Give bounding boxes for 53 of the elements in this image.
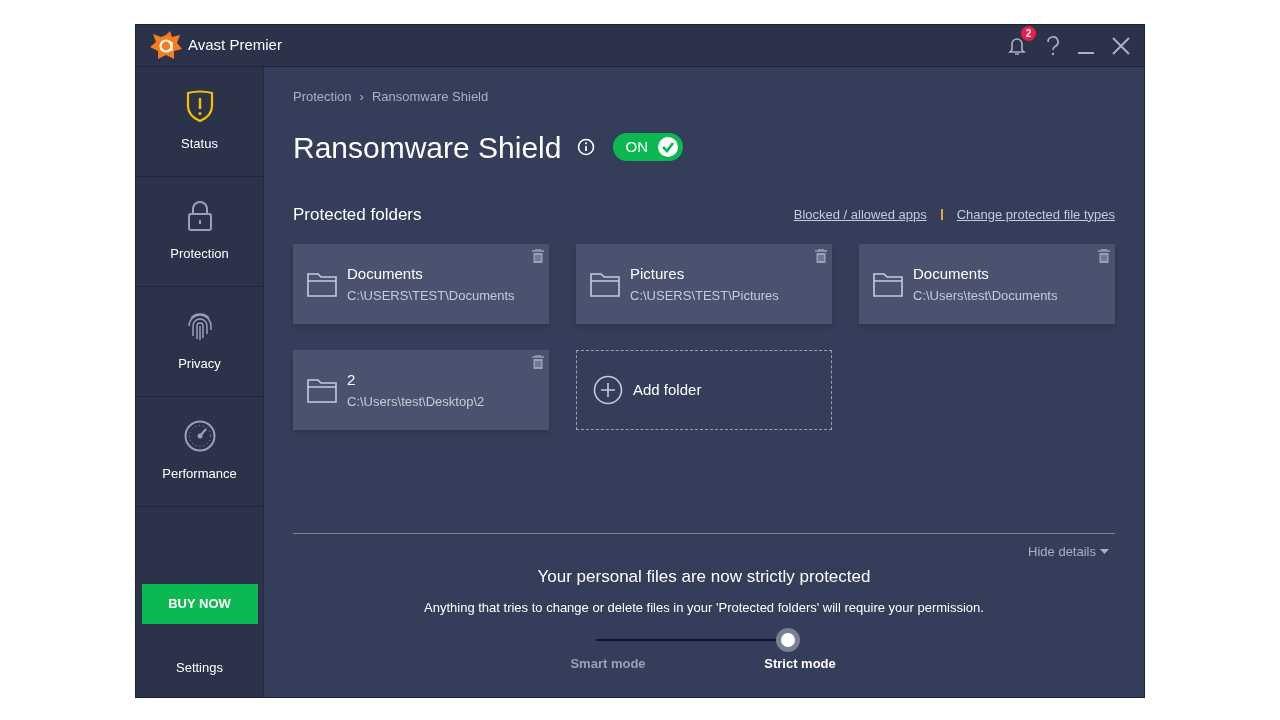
folder-icon — [307, 271, 337, 297]
folder-icon — [307, 377, 337, 403]
window-title: Avast Premier — [188, 35, 282, 56]
check-icon — [657, 136, 680, 158]
folder-name: 2 — [347, 370, 357, 390]
details-headline: Your personal files are now strictly protected — [537, 565, 871, 588]
details-text: Anything that tries to change or delete files in your 'Protected folders' will require your permission. — [424, 599, 984, 617]
folder-card[interactable]: Documents C:\USERS\TEST\Documents — [293, 244, 549, 324]
info-icon[interactable] — [577, 138, 596, 156]
mode-option[interactable]: Smart mode — [512, 653, 704, 673]
mode-option[interactable]: Strict mode — [704, 653, 896, 673]
folder-path: C:\Users\test\Documents — [913, 286, 1058, 305]
sidebar-item[interactable]: Privacy — [136, 287, 263, 397]
bell-icon — [1008, 35, 1026, 56]
folder-card[interactable]: Pictures C:\USERS\TEST\Pictures — [576, 244, 832, 324]
hide-details-link[interactable]: Hide details — [1028, 542, 1096, 562]
breadcrumb-current: Ransomware Shield — [371, 88, 489, 106]
trash-icon[interactable] — [532, 355, 544, 369]
trash-icon[interactable] — [532, 249, 544, 263]
section-title: Protected folders — [293, 203, 422, 226]
folder-card[interactable]: 2 C:\Users\test\Desktop\2 — [293, 350, 549, 430]
speedometer-icon — [183, 419, 216, 452]
trash-icon[interactable] — [1098, 249, 1110, 263]
close-icon[interactable] — [1112, 36, 1130, 55]
breadcrumb-link[interactable]: Protection — [293, 87, 352, 107]
plus-icon — [593, 375, 623, 405]
caret-icon — [1100, 548, 1109, 555]
mode-slider[interactable] — [596, 627, 800, 652]
add-folder-button[interactable]: Add folder — [576, 350, 832, 430]
help-icon[interactable] — [1046, 35, 1060, 56]
shield-warning-icon — [185, 89, 214, 122]
folder-path: C:\Users\test\Desktop\2 — [347, 392, 485, 411]
page-title: Ransomware Shield — [293, 129, 562, 166]
folder-path: C:\USERS\TEST\Pictures — [630, 286, 779, 305]
notification-count: 2 — [1021, 25, 1036, 41]
sidebar-item[interactable]: Performance — [136, 397, 263, 507]
folder-path: C:\USERS\TEST\Documents — [347, 286, 515, 305]
folder-icon — [590, 271, 620, 297]
trash-icon[interactable] — [815, 249, 827, 263]
sidebar-item[interactable]: Protection — [136, 177, 263, 287]
settings-link[interactable]: Settings — [176, 657, 223, 677]
folder-card[interactable]: Documents C:\Users\test\Documents — [859, 244, 1115, 324]
mode-slider-thumb[interactable] — [776, 627, 800, 652]
padlock-icon — [186, 199, 213, 232]
folder-name: Documents — [347, 264, 424, 284]
folder-name: Documents — [913, 264, 990, 284]
logo-icon — [150, 30, 182, 61]
sidebar-item[interactable]: Status — [136, 67, 263, 177]
breadcrumb-separator: › — [359, 88, 364, 106]
file-types-link[interactable]: Change protected file types — [956, 204, 1115, 224]
blocked-apps-link[interactable]: Blocked / allowed apps — [793, 204, 927, 224]
folder-name: Pictures — [630, 264, 686, 284]
folder-icon — [873, 271, 903, 297]
